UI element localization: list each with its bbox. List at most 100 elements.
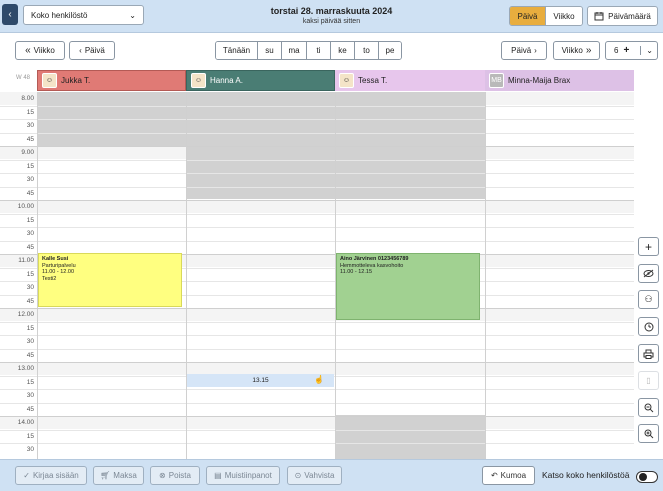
prev-week-button[interactable]: « Viikko [15, 41, 65, 60]
column-count-button[interactable]: 6 + ⌄ [605, 41, 658, 60]
hide-button[interactable] [638, 264, 659, 283]
check-circle-icon: ⊙ [294, 471, 302, 480]
time-label: 15 [26, 216, 34, 224]
time-label: 30 [26, 338, 34, 345]
column-header-jukka[interactable]: ☺ Jukka T. [37, 70, 186, 91]
zoom-out-icon [644, 403, 653, 412]
grid-line [0, 200, 634, 201]
double-chevron-left-icon: « [25, 45, 31, 56]
day-pe[interactable]: pe [378, 42, 401, 59]
export-button[interactable]: ▯ [638, 371, 659, 390]
grid-line [0, 321, 634, 323]
chevron-down-icon: ⌄ [640, 46, 653, 55]
hover-time-slot[interactable]: 13.15 ☝ [187, 374, 334, 387]
time-label: 45 [26, 243, 34, 251]
day-ma[interactable]: ma [281, 42, 306, 59]
show-all-staff-label: Katso koko henkilöstöä [542, 470, 630, 480]
appointment-card[interactable]: Aino Järvinen 0123456789 Hemmotteleva ka… [336, 253, 480, 320]
staff-select-value: Koko henkilöstö [31, 10, 88, 20]
view-day-button[interactable]: Päivä [510, 7, 545, 25]
back-button[interactable]: ‹ [2, 4, 18, 25]
calendar-grid[interactable]: 8.00 15 30 45 9.00 15 30 45 10.00 15 30 45 11.00 15 30… [0, 92, 634, 459]
zoom-out-button[interactable] [638, 398, 659, 417]
page-title: torstai 28. marraskuuta 2024 [270, 6, 393, 16]
time-label: 45 [26, 405, 34, 413]
check-icon: ✓ [23, 471, 30, 480]
time-label: 30 [26, 446, 34, 453]
view-toggle: Päivä Viikko [509, 6, 583, 26]
zoom-in-icon [644, 429, 653, 438]
plus-icon: + [644, 239, 652, 254]
appointment-card[interactable]: Kalle Susi Parturipalvelu 11.00 - 12.00 … [38, 253, 182, 307]
undo-label: Kumoa [500, 471, 527, 480]
time-label: 15 [26, 378, 34, 386]
grid-line [0, 173, 634, 174]
notes-button[interactable]: ▤ Muistiinpanot [206, 466, 280, 485]
print-button[interactable] [638, 344, 659, 363]
top-header: ‹ Koko henkilöstö ⌄ torstai 28. marrasku… [0, 0, 663, 33]
clock-button[interactable] [638, 317, 659, 336]
today-button[interactable]: Tänään [216, 42, 257, 59]
time-label: 45 [26, 297, 34, 305]
checkin-button[interactable]: ✓ Kirjaa sisään [15, 466, 87, 485]
grid-line [0, 402, 634, 404]
date-picker-label: Päivämäärä [608, 11, 651, 21]
column-header-name: Hanna A. [210, 76, 243, 85]
zoom-in-button[interactable] [638, 424, 659, 443]
week-number: W 48 [16, 75, 31, 81]
grid-line [0, 240, 634, 242]
appointment-note: Testi2 [42, 275, 57, 282]
avatar: ☺ [42, 73, 57, 88]
chevron-down-icon: ⌄ [129, 10, 136, 20]
grid-line [0, 186, 634, 188]
grid-line [0, 132, 634, 134]
day-to[interactable]: to [354, 42, 378, 59]
time-label: 45 [26, 189, 34, 197]
prev-day-button[interactable]: ‹ Päivä [69, 41, 115, 60]
column-header-tessa[interactable]: ☺ Tessa T. [335, 70, 485, 91]
time-label: 12.00 [17, 311, 34, 318]
add-appointment-button[interactable]: + [638, 237, 659, 256]
remove-button[interactable]: ⊗ Poista [150, 466, 200, 485]
calendar-icon [594, 12, 604, 21]
undo-button[interactable]: ↶ Kumoa [482, 466, 535, 485]
time-label: 45 [26, 351, 34, 359]
day-selector: Tänään su ma ti ke to pe [215, 41, 402, 60]
staff-select[interactable]: Koko henkilöstö ⌄ [23, 5, 144, 25]
pay-button[interactable]: 🛒︎ Maksa [93, 466, 144, 485]
avatar: ☺ [191, 73, 206, 88]
show-all-staff-toggle[interactable] [636, 471, 658, 483]
appointment-client: Kalle Susi [42, 256, 69, 262]
day-ke[interactable]: ke [330, 42, 354, 59]
remove-label: Poista [168, 471, 191, 480]
notes-label: Muistiinpanot [224, 471, 272, 480]
column-count-value: 6 [614, 46, 619, 55]
time-label: 15 [26, 162, 34, 170]
next-day-button[interactable]: Päivä › [501, 41, 547, 60]
view-week-button[interactable]: Viikko [545, 7, 582, 25]
column-header-minna-maija[interactable]: MB Minna-Maija Brax [485, 70, 634, 91]
date-picker-button[interactable]: Päivämäärä [587, 6, 658, 26]
time-label: 30 [26, 392, 34, 399]
time-label: 9.00 [21, 149, 34, 156]
next-week-button[interactable]: Viikko » [553, 41, 600, 60]
grid-line [0, 335, 634, 336]
grid-line [0, 119, 634, 120]
next-day-label: Päivä [511, 46, 532, 55]
day-ti[interactable]: ti [306, 42, 330, 59]
hover-slot-label: 13.15 [252, 377, 269, 384]
time-label: 45 [26, 135, 34, 143]
time-label: 8.00 [21, 95, 34, 102]
group-button[interactable]: ⚇ [638, 290, 659, 309]
group-icon: ⚇ [644, 294, 653, 304]
time-label: 15 [26, 108, 34, 116]
chevron-left-icon: ‹ [8, 9, 12, 20]
grid-line [0, 308, 634, 309]
time-label: 30 [26, 230, 34, 237]
grid-line [0, 213, 634, 215]
grid-line [0, 146, 634, 147]
grid-line [0, 443, 634, 444]
confirm-button[interactable]: ⊙ Vahvista [287, 466, 342, 485]
column-header-hanna[interactable]: ☺ Hanna A. [186, 70, 335, 91]
day-su[interactable]: su [257, 42, 281, 59]
